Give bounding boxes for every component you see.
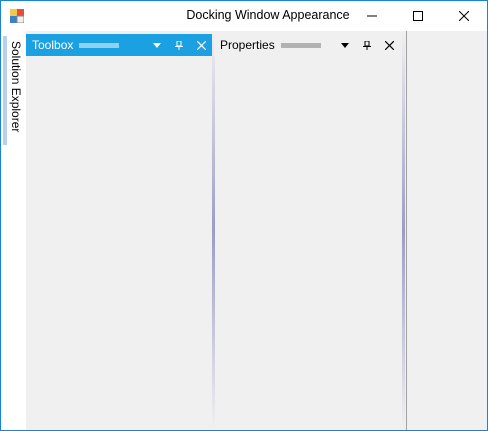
autohide-tab-solution-explorer[interactable]: Solution Explorer — [9, 41, 23, 132]
properties-caption[interactable]: Properties — [214, 34, 400, 56]
close-button[interactable] — [441, 1, 487, 31]
docking-window: Docking Window Appearance Solution Explo… — [0, 0, 488, 431]
properties-title: Properties — [220, 38, 275, 52]
toolbox-pane: Toolbox — [26, 31, 212, 430]
caption-grip — [79, 42, 120, 48]
toolbox-title: Toolbox — [32, 38, 74, 52]
dropdown-arrow-icon — [153, 42, 161, 48]
dock-area: Toolbox Properties — [26, 31, 487, 430]
caption-grip — [280, 42, 321, 48]
maximize-button[interactable] — [395, 1, 441, 31]
title-bar[interactable]: Docking Window Appearance — [1, 1, 487, 31]
close-icon — [384, 40, 394, 50]
pin-icon — [175, 40, 183, 50]
minimize-icon — [367, 15, 377, 17]
dropdown-arrow-icon — [341, 42, 349, 48]
close-icon — [459, 11, 469, 21]
minimize-button[interactable] — [349, 1, 395, 31]
toolbox-dropdown-button[interactable] — [146, 34, 168, 56]
properties-pin-button[interactable] — [356, 34, 378, 56]
toolbox-close-button[interactable] — [190, 34, 212, 56]
maximize-icon — [413, 11, 423, 21]
autohide-tab-indicator — [3, 36, 7, 145]
close-icon — [196, 40, 206, 50]
properties-pane: Properties — [214, 31, 400, 430]
properties-close-button[interactable] — [378, 34, 400, 56]
autohide-strip-left: Solution Explorer — [1, 31, 26, 430]
document-area-border — [406, 31, 407, 430]
toolbox-caption[interactable]: Toolbox — [26, 34, 212, 56]
toolbox-pin-button[interactable] — [168, 34, 190, 56]
pin-icon — [363, 40, 371, 50]
properties-dropdown-button[interactable] — [334, 34, 356, 56]
pane-splitter[interactable] — [402, 31, 405, 430]
